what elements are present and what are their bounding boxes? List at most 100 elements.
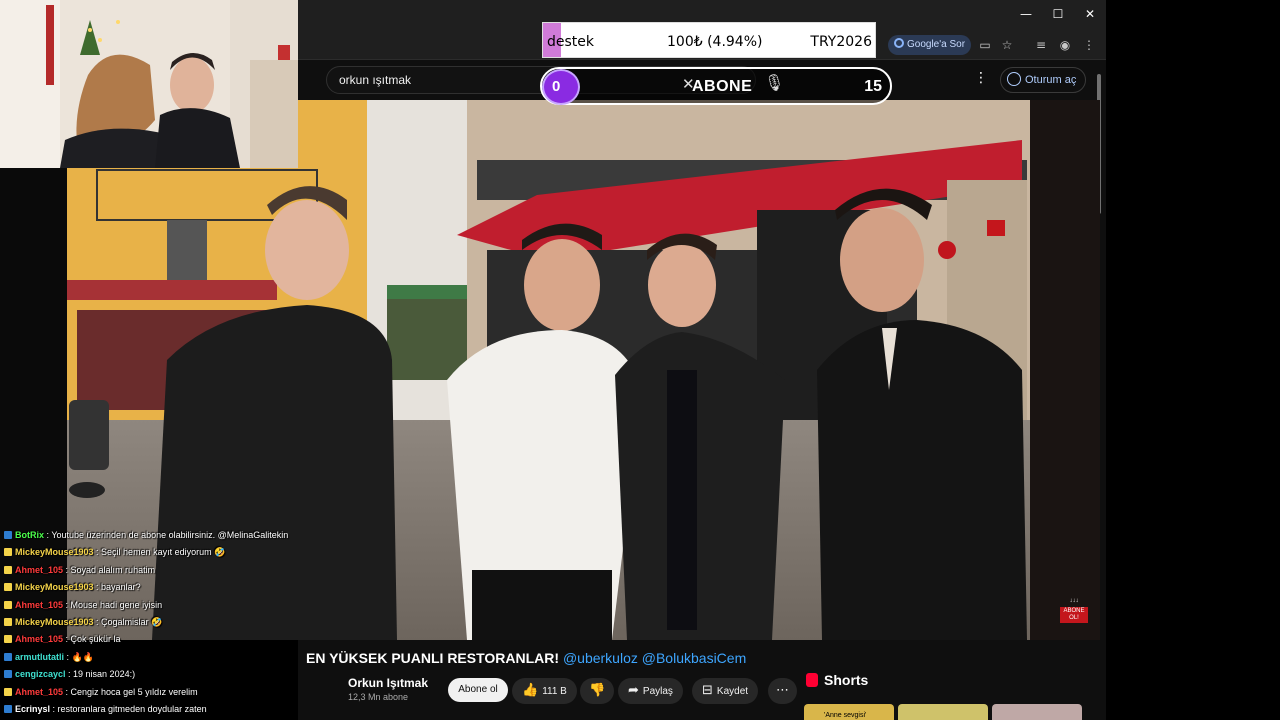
chat-badge-icon: [4, 652, 12, 661]
short-thumbnail[interactable]: [898, 704, 988, 720]
browser-menu-icon[interactable]: ⋮: [1080, 36, 1098, 54]
more-horizontal-icon: ⋯: [776, 683, 789, 698]
chat-username[interactable]: armutlutatli: [15, 652, 64, 662]
signin-label: Oturum aç: [1025, 74, 1077, 86]
chat-text: : Mouse hadi gene iyisin: [63, 599, 163, 610]
chat-username[interactable]: Ahmet_105: [15, 600, 63, 610]
chat-badge-icon: [4, 618, 12, 626]
bookmark-icon: ⊟: [702, 683, 713, 698]
thumbs-up-icon: 👍: [522, 683, 539, 698]
video-right-edge: [1030, 100, 1100, 640]
chat-text: : Seçil hemen kayıt ediyorum 🤣: [93, 547, 226, 558]
media-queue-icon[interactable]: ≡: [1032, 36, 1050, 54]
chat-username[interactable]: Ahmet_105: [15, 634, 63, 644]
short-thumbnail[interactable]: 'Anne sevgisi': [804, 704, 894, 720]
search-query: orkun ışıtmak: [339, 73, 412, 87]
subscribe-button[interactable]: Abone ol: [448, 678, 508, 702]
cast-icon[interactable]: ▭: [976, 36, 994, 54]
subscriber-target: 15: [864, 78, 882, 95]
share-icon: ➦: [628, 683, 639, 698]
chat-message: Ahmet_105 : Çok şükür la: [4, 634, 121, 644]
chat-username[interactable]: Ahmet_105: [15, 565, 63, 575]
abone-badge-label: ABONE OL!: [1060, 607, 1088, 623]
chat-message: Ahmet_105 : Mouse hadi gene iyisin: [4, 600, 162, 610]
google-ask-button[interactable]: Google'a Sor: [888, 35, 972, 55]
chat-text: : 🔥🔥: [64, 651, 94, 662]
shorts-heading: Shorts: [806, 672, 868, 688]
subscriber-goal-label: ABONE: [692, 78, 753, 95]
stream-chat: BotRix : Youtube üzerinden de abone olab…: [0, 528, 330, 720]
chat-message: BotRix : Youtube üzerinden de abone olab…: [4, 530, 288, 540]
signin-button[interactable]: Oturum aç: [1000, 67, 1087, 93]
chat-badge-icon: [4, 600, 12, 609]
maximize-icon[interactable]: ☐: [1044, 4, 1072, 24]
google-ask-label: Google'a Sor: [907, 39, 966, 50]
chat-badge-icon: [4, 635, 12, 644]
google-lens-icon: [894, 38, 904, 48]
chat-badge-icon: [4, 670, 12, 679]
chat-text: : bayanlar?: [93, 582, 141, 593]
channel-subscribers: 12,3 Mn abone: [348, 692, 409, 702]
video-title: EN YÜKSEK PUANLI RESTORANLAR! @uberkuloz…: [306, 650, 746, 666]
chat-message: Ecrinysl : restoranlara gitmeden doydula…: [4, 704, 207, 714]
chat-badge-icon: [4, 548, 12, 557]
shorts-logo-icon: [806, 673, 818, 687]
video-title-text: EN YÜKSEK PUANLI RESTORANLAR!: [306, 650, 560, 666]
chat-message: MickeyMouse1903 : Seçil hemen kayıt ediy…: [4, 547, 225, 558]
short-thumbnail[interactable]: [992, 704, 1082, 720]
minimize-icon[interactable]: —: [1012, 4, 1040, 24]
chat-text: : restoranlara gitmeden doydular zaten: [50, 704, 207, 714]
like-button[interactable]: 👍 111 B: [512, 678, 577, 704]
chat-message: MickeyMouse1903 : bayanlar?: [4, 582, 141, 592]
share-label: Paylaş: [642, 686, 673, 697]
chat-badge-icon: [4, 531, 12, 539]
chat-username[interactable]: MickeyMouse1903: [15, 547, 94, 557]
chat-badge-icon: [4, 583, 12, 592]
chat-badge-icon: [4, 565, 12, 574]
microphone-icon[interactable]: 🎙: [764, 73, 784, 92]
chat-username[interactable]: Ahmet_105: [15, 687, 63, 697]
thumbs-down-icon: 👎: [589, 683, 606, 698]
subscribe-reminder-badge: ↓↓↓ ABONE OL!: [1060, 598, 1088, 624]
video-title-tags[interactable]: @uberkuloz @BolukbasiCem: [563, 650, 746, 666]
chat-username[interactable]: MickeyMouse1903: [15, 582, 94, 592]
chat-message: Ahmet_105 : Soyad alalım ruhatim: [4, 565, 155, 575]
chat-text: : Çok şükür la: [63, 634, 121, 645]
chat-badge-icon: [4, 687, 12, 696]
stream-screen: — ☐ ✕ Google'a Sor ▭ ☆ ≡ ◉ ⋮ orkun ışıtm…: [0, 0, 1280, 720]
chat-text: : Cengiz hoca gel 5 yıldız verelim: [63, 686, 198, 697]
close-icon[interactable]: ✕: [1076, 4, 1104, 24]
more-actions-button[interactable]: ⋯: [768, 678, 797, 704]
donation-label: destek: [547, 34, 595, 50]
webcam-image: [0, 0, 298, 168]
donation-amount: 100₺ (4.94%): [667, 34, 763, 50]
chat-text: : 19 nisan 2024:): [65, 669, 136, 680]
chat-badge-icon: [4, 705, 12, 713]
save-label: Kaydet: [716, 686, 749, 697]
chat-message: cengizcaycl : 19 nisan 2024:): [4, 669, 135, 679]
like-count: 111 B: [542, 686, 567, 697]
chat-message: Ahmet_105 : Cengiz hoca gel 5 yıldız ver…: [4, 687, 198, 697]
donation-goal-bar: destek 100₺ (4.94%) TRY2026: [542, 22, 876, 58]
shorts-label: Shorts: [824, 672, 869, 688]
channel-name[interactable]: Orkun Işıtmak: [348, 676, 428, 690]
chat-username[interactable]: Ecrinysl: [15, 704, 50, 714]
chat-username[interactable]: BotRix: [15, 530, 44, 540]
chat-username[interactable]: MickeyMouse1903: [15, 617, 94, 627]
subscriber-current: 0: [552, 78, 561, 95]
more-options-icon[interactable]: ⋮: [974, 70, 988, 86]
chat-username[interactable]: cengizcaycl: [15, 669, 66, 679]
chat-message: armutlutatli : 🔥🔥: [4, 652, 94, 663]
donation-goal: TRY2026: [810, 34, 872, 50]
video-info-panel: EN YÜKSEK PUANLI RESTORANLAR! @uberkuloz…: [298, 640, 1106, 720]
profile-icon[interactable]: ◉: [1056, 36, 1074, 54]
share-button[interactable]: ➦ Paylaş: [618, 678, 683, 704]
chat-text: : Çogalmislar 🤣: [93, 617, 163, 627]
subscriber-progress-circle: [542, 69, 580, 105]
chat-text: : Youtube üzerinden de abone olabilirsin…: [44, 530, 289, 540]
short-caption: 'Anne sevgisi': [824, 712, 867, 719]
save-button[interactable]: ⊟ Kaydet: [692, 678, 759, 704]
dislike-button[interactable]: 👎: [580, 678, 615, 704]
account-icon: [1007, 72, 1021, 86]
bookmark-star-icon[interactable]: ☆: [998, 36, 1016, 54]
